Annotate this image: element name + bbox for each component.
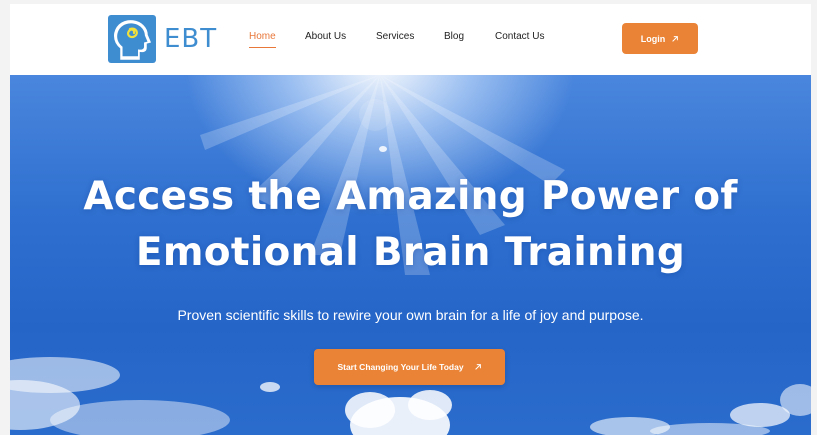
nav-about-us[interactable]: About Us bbox=[305, 31, 346, 47]
page: EBT Home About Us Services Blog Contact … bbox=[10, 4, 811, 435]
login-label: Login bbox=[640, 33, 666, 44]
nav-home[interactable]: Home bbox=[249, 31, 276, 48]
nav-blog[interactable]: Blog bbox=[444, 31, 464, 47]
nav-services[interactable]: Services bbox=[376, 31, 414, 47]
login-button[interactable]: Login bbox=[622, 23, 698, 54]
hero-title-line-2: Emotional Brain Training bbox=[135, 230, 686, 275]
hero-title: Access the Amazing Power of Emotional Br… bbox=[10, 169, 811, 281]
cta-label: Start Changing Your Life Today bbox=[337, 362, 464, 372]
brand-name: EBT bbox=[164, 24, 218, 54]
hero-title-line-1: Access the Amazing Power of bbox=[83, 174, 738, 219]
arrow-up-right-icon bbox=[474, 364, 481, 370]
arrow-up-right-icon bbox=[672, 35, 679, 42]
hero-section: Access the Amazing Power of Emotional Br… bbox=[10, 75, 811, 435]
start-changing-button[interactable]: Start Changing Your Life Today bbox=[314, 349, 505, 385]
nav-contact-us[interactable]: Contact Us bbox=[495, 31, 544, 47]
hero-subtitle: Proven scientific skills to rewire your … bbox=[177, 307, 644, 323]
logo[interactable]: EBT bbox=[108, 15, 217, 63]
site-header: EBT Home About Us Services Blog Contact … bbox=[10, 4, 811, 75]
head-profile-icon bbox=[108, 15, 156, 63]
